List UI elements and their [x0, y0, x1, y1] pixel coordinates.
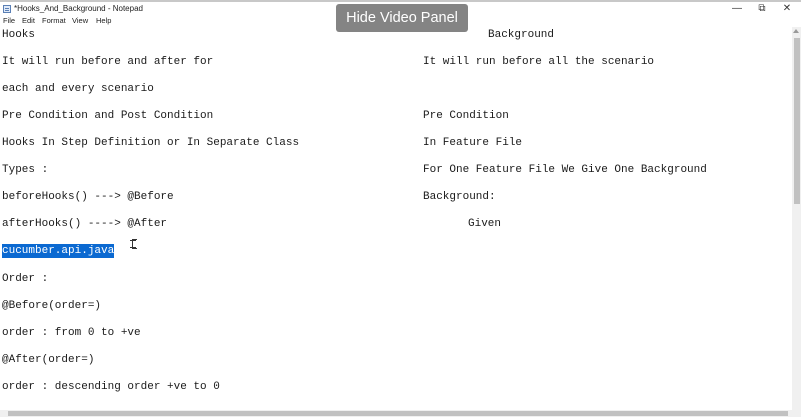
text-line: It will run before and after for: [2, 56, 214, 68]
text-line: For One Feature File We Give One Backgro…: [423, 164, 707, 176]
menu-help[interactable]: Help: [96, 16, 111, 26]
maximize-button[interactable]: ⧉: [751, 2, 773, 15]
menu-edit[interactable]: Edit: [22, 16, 35, 26]
close-button[interactable]: ✕: [776, 2, 798, 15]
notepad-icon: [3, 5, 11, 13]
text-line: Given: [468, 218, 502, 230]
text-line: Background:: [423, 191, 496, 203]
menu-format[interactable]: Format: [42, 16, 66, 26]
text-line: Background: [488, 29, 555, 41]
menu-view[interactable]: View: [72, 16, 88, 26]
window-title: *Hooks_And_Background - Notepad: [14, 4, 143, 13]
minimize-button[interactable]: —: [726, 2, 748, 15]
text-line: Hooks In Step Definition or In Separate …: [2, 137, 300, 149]
menu-file[interactable]: File: [3, 16, 15, 26]
hide-video-panel-button[interactable]: Hide Video Panel: [336, 4, 468, 32]
selected-text: cucumber.api.java: [2, 244, 115, 258]
text-line: Types :: [2, 164, 49, 176]
text-line: order : descending order +ve to 0: [2, 381, 220, 393]
text-line: afterHooks() ----> @After: [2, 218, 168, 230]
text-line: In Feature File: [423, 137, 523, 149]
text-line: @Before(order=): [2, 300, 102, 312]
text-line: It will run before all the scenario: [423, 56, 655, 68]
vertical-scroll-thumb[interactable]: [794, 38, 800, 204]
text-line: Pre Condition: [423, 110, 509, 122]
text-line: Pre Condition and Post Condition: [2, 110, 214, 122]
text-line: @After(order=): [2, 354, 95, 366]
text-cursor-icon: [130, 239, 137, 249]
text-line: beforeHooks() ---> @Before: [2, 191, 174, 203]
horizontal-scroll-thumb[interactable]: [8, 411, 788, 416]
text-line: Order :: [2, 273, 49, 285]
text-line: order : from 0 to +ve: [2, 327, 141, 339]
text-line: Hooks: [2, 29, 36, 41]
scroll-up-arrow-icon[interactable]: [793, 29, 799, 33]
text-line: each and every scenario: [2, 83, 154, 95]
